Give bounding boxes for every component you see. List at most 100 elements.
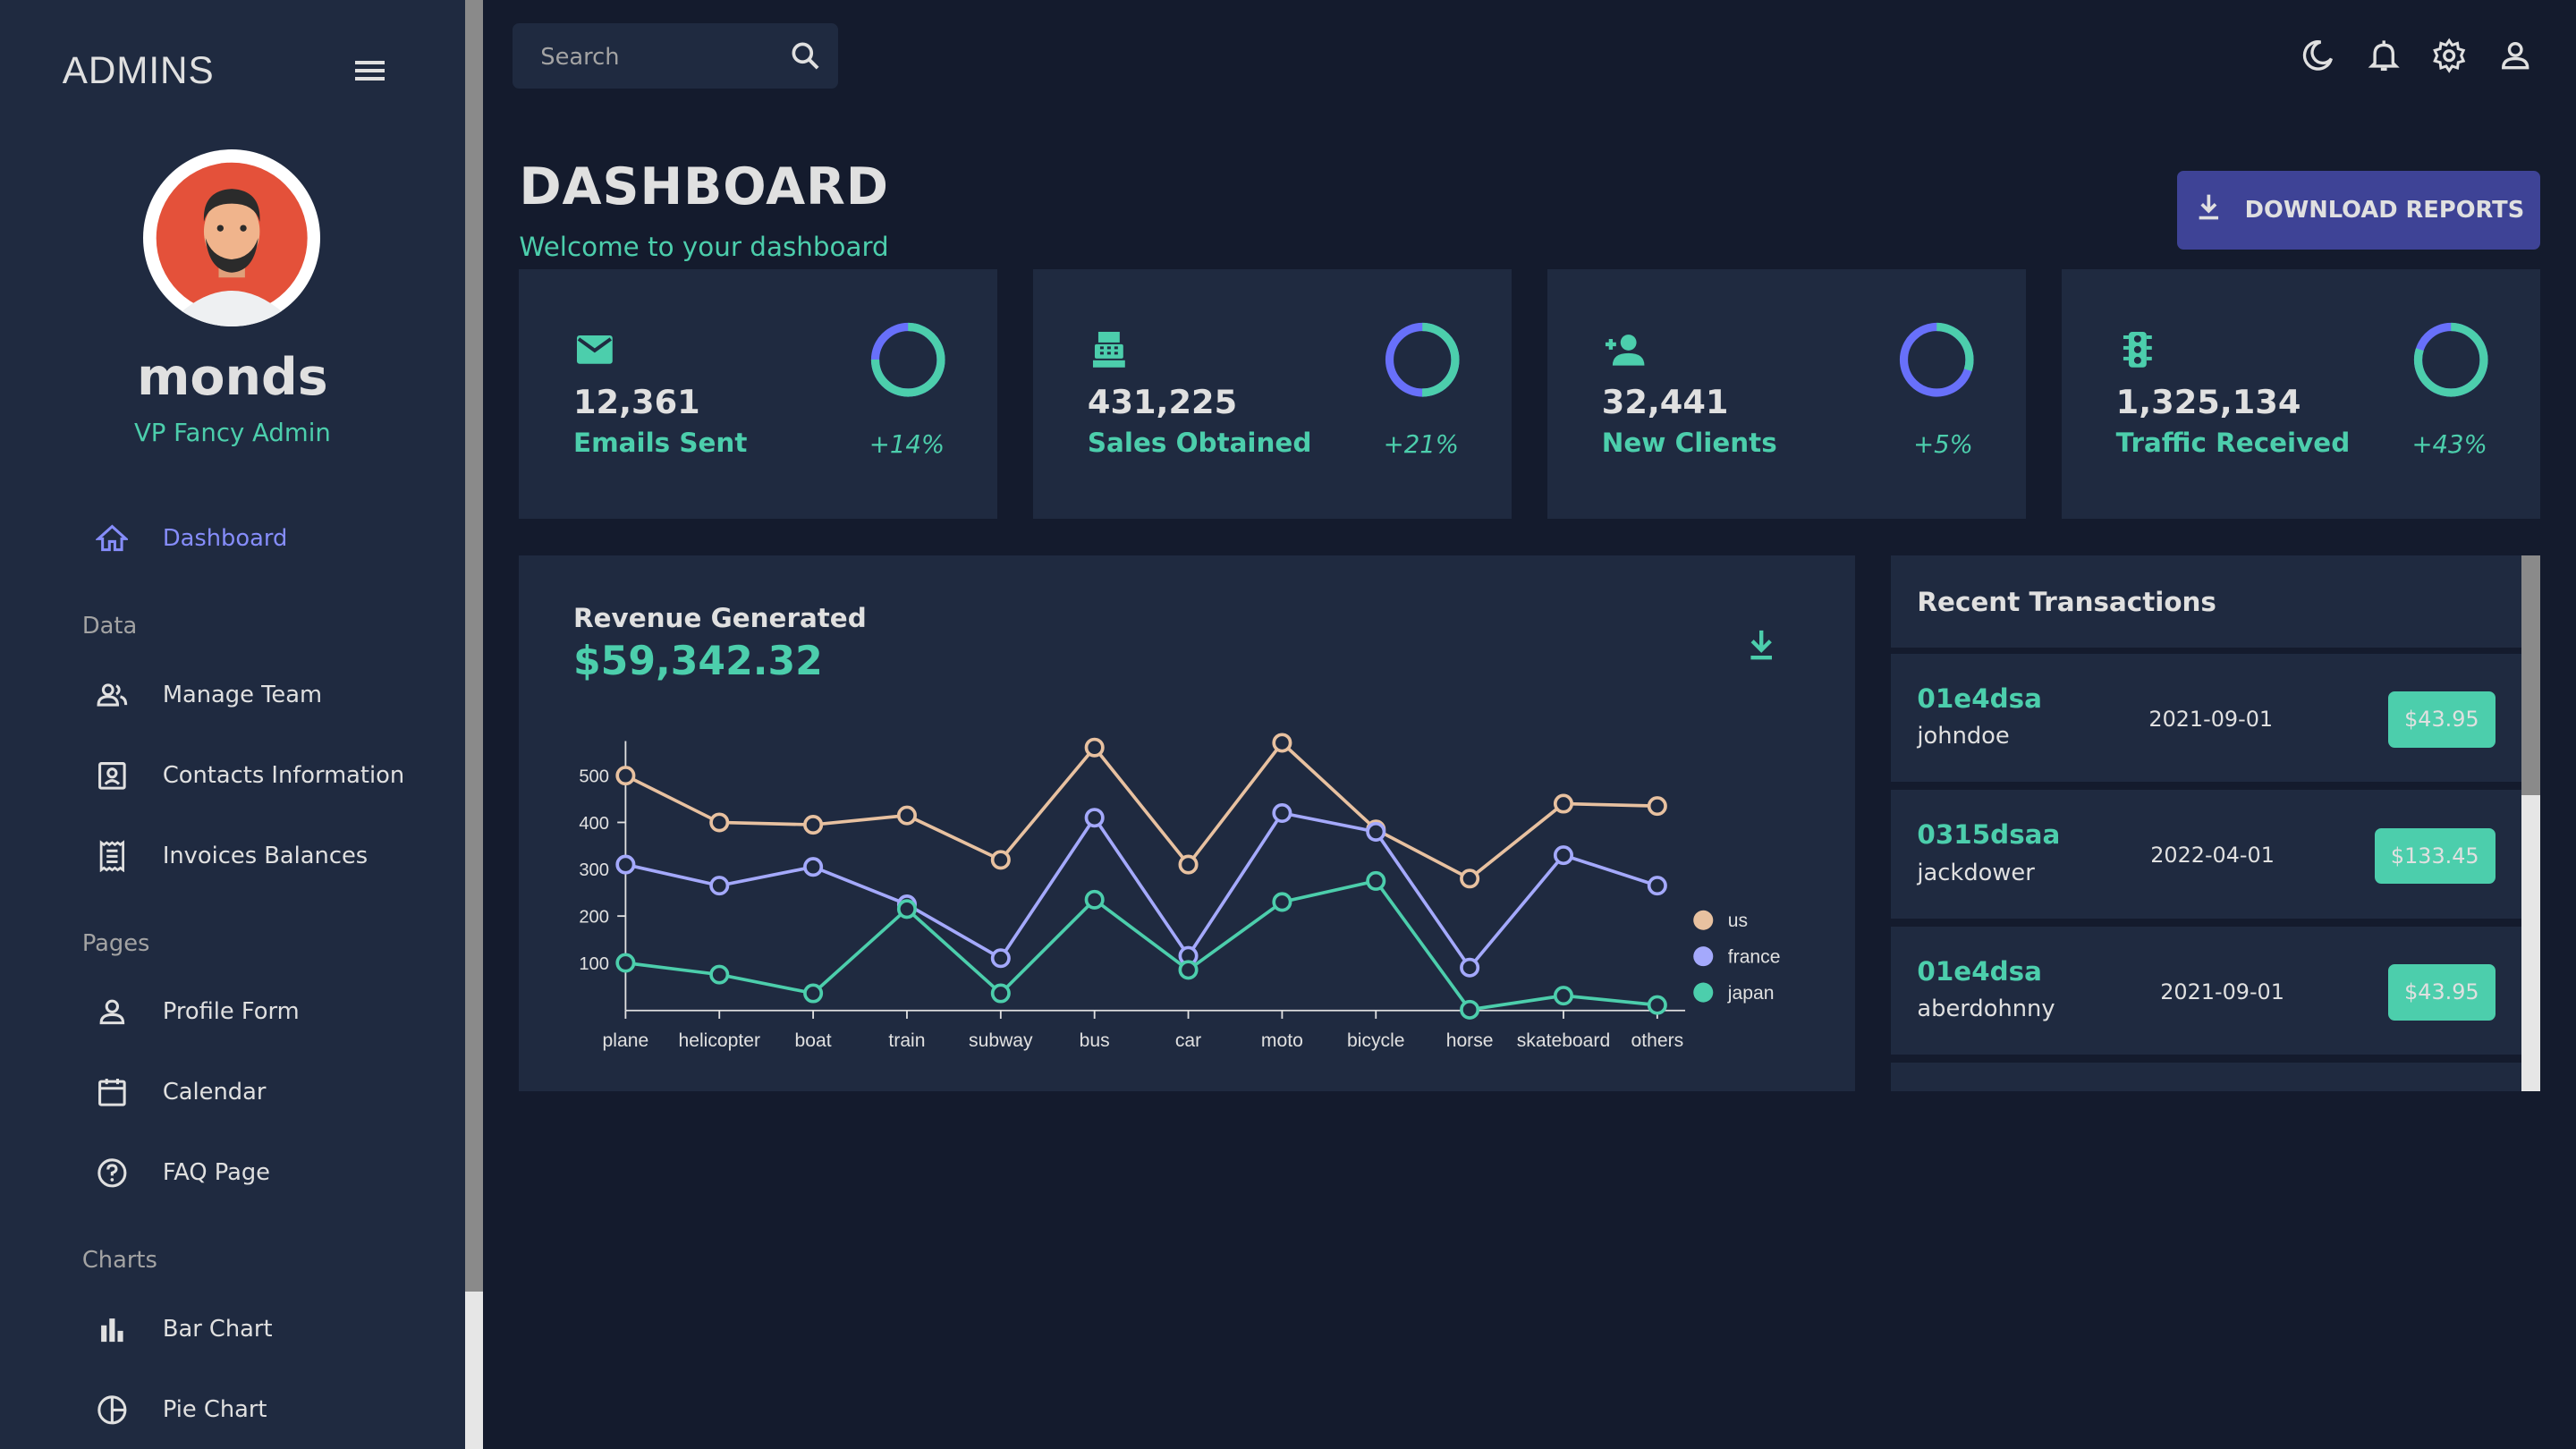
stat-label: Sales Obtained: [1087, 427, 1312, 458]
menu-toggle-icon[interactable]: [352, 55, 387, 89]
x-tick-label: bicycle: [1347, 1030, 1405, 1051]
search-input[interactable]: [513, 22, 807, 92]
receipt-icon: [82, 839, 141, 873]
search-icon[interactable]: [789, 39, 822, 79]
series-line-japan: [625, 878, 1658, 1012]
transaction-user: johndoe: [1917, 723, 2010, 750]
data-point: [1554, 985, 1574, 1005]
x-tick-label: bus: [1080, 1030, 1110, 1051]
data-point: [1178, 960, 1199, 980]
avatar: [142, 149, 321, 327]
transaction-cost-badge: $43.95: [2387, 964, 2496, 1021]
sidebar-item-label: Contacts Information: [162, 761, 405, 789]
stat-increase: +43%: [2411, 430, 2487, 460]
progress-ring: [1385, 322, 1460, 397]
data-point: [803, 856, 824, 877]
sidebar-item-label: Calendar: [162, 1079, 267, 1106]
transactions-title: Recent Transactions: [1917, 586, 2216, 617]
data-point: [709, 964, 730, 985]
sidebar-item-calendar[interactable]: Calendar: [82, 1068, 444, 1117]
sidebar-item-dashboard[interactable]: Dashboard: [82, 514, 444, 564]
nav-section-charts: Charts: [81, 1247, 157, 1275]
download-icon: [2192, 191, 2225, 230]
x-tick-label: car: [1175, 1030, 1201, 1051]
stat-increase: +21%: [1383, 430, 1459, 460]
sidebar-item-pie-chart[interactable]: Pie Chart: [82, 1385, 444, 1434]
user-name: monds: [137, 348, 328, 408]
data-point: [803, 983, 824, 1004]
data-point: [1366, 870, 1386, 891]
data-point: [1272, 733, 1292, 753]
data-point: [709, 875, 730, 895]
sidebar-item-label: Dashboard: [162, 525, 288, 553]
page-title: DASHBOARD: [519, 157, 889, 217]
series-line-us: [624, 740, 1658, 881]
transaction-row: 01e4dsa aberdohnny 2021-09-01 $43.95: [1891, 926, 2522, 1055]
legend-label: us: [1728, 911, 1748, 931]
sidebar-item-invoices[interactable]: Invoices Balances: [82, 831, 444, 880]
transactions-scrollbar-thumb[interactable]: [2521, 555, 2540, 795]
sidebar-item-bar-chart[interactable]: Bar Chart: [82, 1304, 444, 1353]
data-point: [615, 765, 636, 785]
person-icon: [82, 996, 141, 1029]
transaction-cost-badge: $133.45: [2374, 827, 2496, 885]
profile-icon[interactable]: [2497, 38, 2533, 73]
x-tick-label: subway: [969, 1030, 1033, 1051]
transaction-id: 0315dsaa: [1917, 819, 2061, 851]
stat-card-clients: 32,441 New Clients +5%: [1547, 269, 2026, 520]
user-role: VP Fancy Admin: [133, 419, 331, 448]
contacts-icon: [82, 759, 141, 792]
stat-card-emails: 12,361 Emails Sent +14%: [519, 269, 997, 520]
stat-value: 32,441: [1601, 382, 1729, 421]
legend-label: france: [1728, 946, 1781, 967]
dark-mode-icon[interactable]: [2300, 38, 2335, 73]
sidebar-item-profile-form[interactable]: Profile Form: [82, 987, 444, 1037]
x-tick-label: others: [1631, 1030, 1684, 1051]
x-tick-label: plane: [603, 1030, 649, 1051]
search-box: [513, 22, 838, 92]
stat-card-sales: 431,225 Sales Obtained +21%: [1033, 269, 1512, 520]
y-tick-label: 300: [580, 860, 610, 880]
point-of-sale-icon: [1088, 328, 1131, 377]
sidebar-item-label: FAQ Page: [162, 1159, 270, 1187]
legend-swatch: [1693, 910, 1714, 930]
download-reports-button[interactable]: DOWNLOAD REPORTS: [2176, 171, 2540, 250]
sidebar-item-label: Bar Chart: [162, 1315, 273, 1343]
progress-ring: [2414, 322, 2488, 397]
page-subtitle: Welcome to your dashboard: [519, 231, 889, 262]
y-tick-label: 100: [580, 954, 610, 974]
transaction-date: 2022-04-01: [2150, 843, 2275, 869]
sidebar-scrollbar-thumb[interactable]: [464, 1291, 483, 1449]
revenue-panel: Revenue Generated $59,342.32 100 200 300 40…: [519, 555, 1855, 1091]
stat-value: 12,361: [573, 382, 700, 421]
data-point: [1554, 793, 1574, 814]
sidebar-item-contacts[interactable]: Contacts Information: [82, 750, 444, 800]
settings-icon[interactable]: [2431, 38, 2467, 74]
legend-swatch: [1693, 945, 1714, 966]
data-point: [1085, 889, 1106, 910]
data-point: [1272, 802, 1292, 823]
download-reports-label: DOWNLOAD REPORTS: [2244, 197, 2525, 225]
traffic-icon: [2116, 328, 2159, 377]
x-tick-label: horse: [1446, 1030, 1494, 1051]
data-point: [1272, 892, 1292, 912]
transaction-row: [1891, 1063, 2522, 1091]
stat-increase: +5%: [1913, 430, 1973, 460]
stat-label: Emails Sent: [573, 427, 748, 458]
sidebar-scrollbar[interactable]: [464, 0, 483, 1449]
transaction-date: 2021-09-01: [2160, 979, 2284, 1004]
people-icon: [82, 679, 141, 712]
sidebar-item-faq[interactable]: FAQ Page: [82, 1148, 444, 1198]
data-point: [709, 812, 730, 833]
data-point: [615, 953, 636, 973]
data-point: [1366, 821, 1386, 842]
sidebar-item-label: Invoices Balances: [162, 842, 369, 869]
data-point: [1554, 844, 1574, 865]
data-point: [1460, 999, 1480, 1020]
stat-label: New Clients: [1601, 427, 1777, 458]
data-point: [1085, 737, 1106, 758]
notifications-icon[interactable]: [2366, 38, 2402, 73]
sidebar-item-manage-team[interactable]: Manage Team: [82, 670, 444, 719]
recent-transactions-panel: Recent Transactions 01e4dsa johndoe 2021…: [1891, 555, 2522, 1091]
y-tick-label: 200: [580, 907, 610, 927]
